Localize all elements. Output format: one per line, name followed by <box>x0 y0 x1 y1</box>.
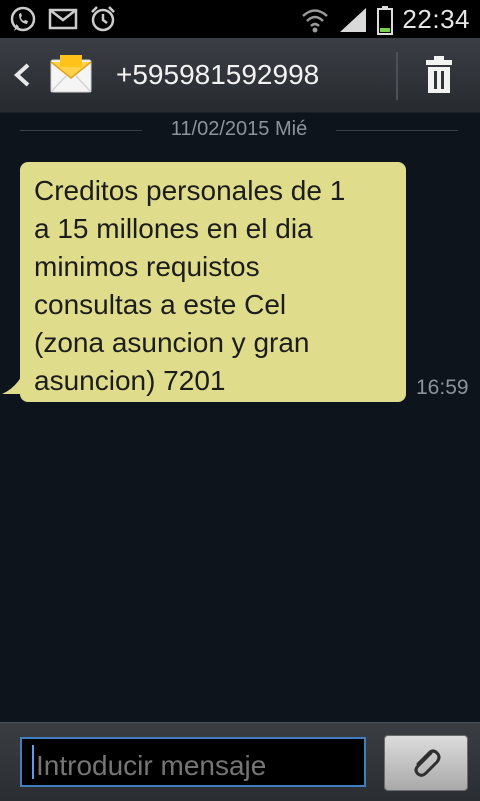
header-divider <box>396 52 398 100</box>
conversation-header: +595981592998 <box>0 38 480 113</box>
paperclip-icon <box>414 749 441 777</box>
contact-avatar[interactable] <box>48 52 94 96</box>
back-button[interactable] <box>8 56 36 94</box>
message-time: 16:59 <box>416 376 469 399</box>
status-bar: 22:34 <box>0 0 480 38</box>
date-separator: 11/02/2015 Mié <box>20 118 458 142</box>
message-input[interactable] <box>20 737 366 787</box>
message-bubble[interactable]: Creditos personales de 1 a 15 millones e… <box>20 162 406 402</box>
attach-button[interactable] <box>384 735 468 791</box>
envelope-icon <box>50 55 92 93</box>
date-line-right <box>336 130 458 131</box>
trash-icon <box>426 56 452 93</box>
system-icons: 22:34 <box>300 4 470 35</box>
alarm-icon <box>91 6 115 32</box>
message-text: Creditos personales de 1 a 15 millones e… <box>34 175 346 396</box>
battery-icon <box>377 5 394 35</box>
status-time: 22:34 <box>402 4 470 34</box>
mail-icon <box>48 8 78 30</box>
delete-button[interactable] <box>418 54 460 96</box>
composer-bar <box>0 722 480 801</box>
text-cursor <box>32 745 34 779</box>
signal-icon <box>340 7 367 32</box>
whatsapp-icon <box>10 6 36 32</box>
notification-icons <box>8 4 118 34</box>
back-arrow-icon <box>14 63 30 87</box>
wifi-icon <box>302 8 329 32</box>
contact-number: +595981592998 <box>116 59 320 90</box>
